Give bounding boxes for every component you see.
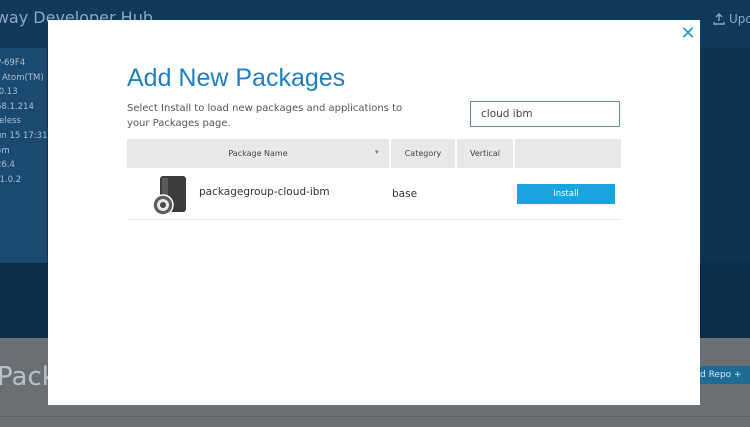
device-info-line: 5m [0,145,10,156]
install-button[interactable]: Install [517,183,615,204]
device-info-line: 26.4 [0,160,15,171]
device-info-line: reless [0,116,21,127]
upload-label: Upc [729,12,750,26]
column-header-category: Category [390,139,457,168]
column-header-vertical: Vertical [456,139,515,168]
add-repo-button[interactable]: d Repo + [700,366,750,384]
upload-icon [713,13,725,25]
add-packages-modal: ✕ Add New Packages Select Install to loa… [48,20,700,405]
package-vertical [456,168,514,220]
device-info-line: un 15 17:31 [0,130,48,141]
column-header-action [514,139,621,168]
upload-button[interactable]: Upc [713,12,750,26]
modal-title: Add New Packages [127,64,346,92]
package-name: packagegroup-cloud-ibm [199,186,330,198]
package-action-cell: Install [514,168,621,220]
device-info-line: .0.13 [0,87,18,98]
search-input[interactable] [470,101,620,127]
divider [0,416,750,417]
package-category: base [390,168,456,220]
device-info-line: P-69F4 [0,58,26,68]
package-name-cell: packagegroup-cloud-ibm [127,168,390,220]
sort-caret-icon[interactable]: ▾ [375,148,379,156]
close-icon[interactable]: ✕ [678,24,698,44]
packages-table: Package Name ▾ Category Vertical package… [127,139,621,220]
device-info-line: r1.0.2 [0,174,22,185]
table-row: packagegroup-cloud-ibm base Install [127,168,621,220]
device-info-list: P-69F4 ) Atom(TM) .0.13 68.1.214 reless … [0,56,48,187]
table-header-row: Package Name ▾ Category Vertical [127,139,621,168]
device-info-line: 68.1.214 [0,101,34,112]
device-info-line: ) Atom(TM) [0,72,44,83]
column-header-label: Package Name [228,149,288,158]
column-header-package-name[interactable]: Package Name ▾ [127,139,391,168]
package-icon [152,176,186,216]
modal-description: Select Install to load new packages and … [127,103,403,129]
